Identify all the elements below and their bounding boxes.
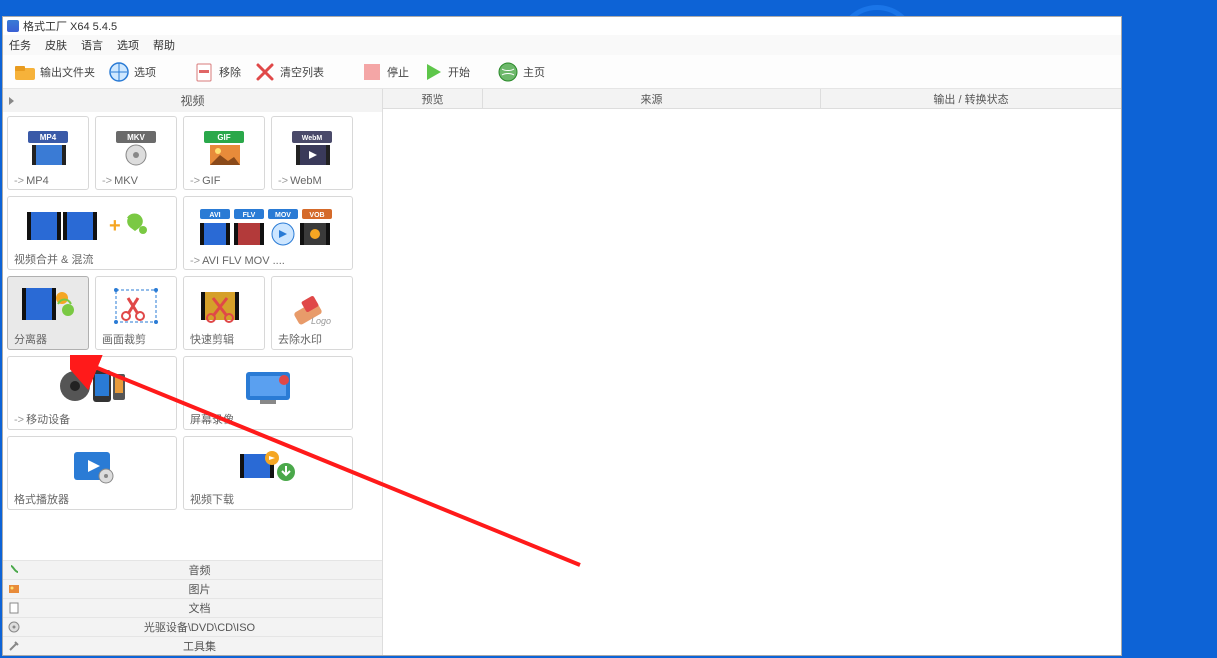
download-icon [190, 441, 346, 491]
category-disc[interactable]: 光驱设备\DVD\CD\ISO [3, 617, 382, 636]
col-output-status[interactable]: 输出 / 转换状态 [821, 89, 1121, 108]
merge-icon: + [14, 201, 170, 251]
mobile-icon [14, 361, 170, 411]
gif-icon: GIF [190, 121, 258, 175]
tile-mobile[interactable]: ->移动设备 [7, 356, 177, 430]
tile-webm[interactable]: WebM ->WebM [271, 116, 353, 190]
tools-icon [7, 639, 21, 653]
tile-splitter[interactable]: 分离器 [7, 276, 89, 350]
category-toolset[interactable]: 工具集 [3, 636, 382, 655]
crop-icon [102, 281, 170, 331]
category-video-header[interactable]: 视频 [3, 89, 382, 112]
tile-gif[interactable]: GIF ->GIF [183, 116, 265, 190]
svg-text:VOB: VOB [309, 212, 324, 219]
category-audio[interactable]: 音频 [3, 560, 382, 579]
toolbar: 输出文件夹 选项 移除 清空列表 停止 开始 主页 [3, 55, 1121, 89]
output-folder-button[interactable]: 输出文件夹 [9, 58, 99, 86]
menubar: 任务 皮肤 语言 选项 帮助 [3, 35, 1121, 55]
options-button[interactable]: 选项 [103, 58, 160, 86]
eraser-icon: Logo [278, 281, 346, 331]
svg-text:AVI: AVI [209, 212, 220, 219]
menu-help[interactable]: 帮助 [153, 37, 175, 53]
homepage-button[interactable]: 主页 [492, 58, 549, 86]
remove-icon [192, 60, 216, 84]
menu-skin[interactable]: 皮肤 [45, 37, 67, 53]
svg-text:MKV: MKV [127, 133, 145, 142]
webm-icon: WebM [278, 121, 346, 175]
clear-icon [253, 60, 277, 84]
menu-options[interactable]: 选项 [117, 37, 139, 53]
window-title: 格式工厂 X64 5.4.5 [23, 18, 117, 34]
tile-crop[interactable]: 画面裁剪 [95, 276, 177, 350]
globe-icon [496, 60, 520, 84]
svg-text:MOV: MOV [275, 212, 291, 219]
menu-tasks[interactable]: 任务 [9, 37, 31, 53]
disc-icon [7, 620, 21, 634]
tile-fast-clip[interactable]: 快速剪辑 [183, 276, 265, 350]
app-icon [7, 20, 19, 32]
svg-text:GIF: GIF [217, 133, 230, 142]
titlebar: 格式工厂 X64 5.4.5 [3, 17, 1121, 35]
tile-video-merge[interactable]: + 视频合并 & 混流 [7, 196, 177, 270]
app-window: 格式工厂 X64 5.4.5 任务 皮肤 语言 选项 帮助 输出文件夹 选项 移… [2, 16, 1122, 656]
svg-text:Logo: Logo [311, 316, 331, 326]
screenrec-icon [190, 361, 346, 411]
fast-clip-icon [190, 281, 258, 331]
collapse-arrow-icon [9, 97, 14, 105]
folder-icon [13, 60, 37, 84]
tile-avi-flv-mov[interactable]: AVI FLV MOV VOB ->AVI FLV MOV .... [183, 196, 353, 270]
category-image[interactable]: 图片 [3, 579, 382, 598]
audio-icon [7, 563, 21, 577]
globe-options-icon [107, 60, 131, 84]
play-icon [421, 60, 445, 84]
col-source[interactable]: 来源 [483, 89, 821, 108]
splitter-icon [14, 281, 82, 331]
tile-video-download[interactable]: 视频下载 [183, 436, 353, 510]
svg-text:WebM: WebM [302, 135, 323, 142]
multi-format-icon: AVI FLV MOV VOB [190, 201, 346, 255]
svg-text:MP4: MP4 [40, 133, 57, 142]
remove-button[interactable]: 移除 [188, 58, 245, 86]
svg-text:+: + [109, 215, 121, 237]
svg-text:FLV: FLV [243, 212, 256, 219]
player-icon [14, 441, 170, 491]
mkv-icon: MKV [102, 121, 170, 175]
tile-mkv[interactable]: MKV ->MKV [95, 116, 177, 190]
stop-icon [360, 60, 384, 84]
start-button[interactable]: 开始 [417, 58, 474, 86]
list-header: 预览 来源 输出 / 转换状态 [383, 89, 1121, 109]
task-list-empty [383, 109, 1121, 655]
tile-screen-record[interactable]: 屏幕录像 [183, 356, 353, 430]
document-icon [7, 601, 21, 615]
left-panel: 视频 MP4 ->MP4 MKV ->MKV GIF ->GIF [3, 89, 383, 655]
content-area: 视频 MP4 ->MP4 MKV ->MKV GIF ->GIF [3, 89, 1121, 655]
tile-mp4[interactable]: MP4 ->MP4 [7, 116, 89, 190]
clear-list-button[interactable]: 清空列表 [249, 58, 328, 86]
video-tools-grid: MP4 ->MP4 MKV ->MKV GIF ->GIF WebM ->Web… [3, 112, 382, 560]
menu-language[interactable]: 语言 [81, 37, 103, 53]
right-panel: 预览 来源 输出 / 转换状态 [383, 89, 1121, 655]
image-icon [7, 582, 21, 596]
stop-button[interactable]: 停止 [356, 58, 413, 86]
tile-player[interactable]: 格式播放器 [7, 436, 177, 510]
mp4-icon: MP4 [14, 121, 82, 175]
tile-remove-watermark[interactable]: Logo 去除水印 [271, 276, 353, 350]
col-preview[interactable]: 预览 [383, 89, 483, 108]
category-document[interactable]: 文档 [3, 598, 382, 617]
